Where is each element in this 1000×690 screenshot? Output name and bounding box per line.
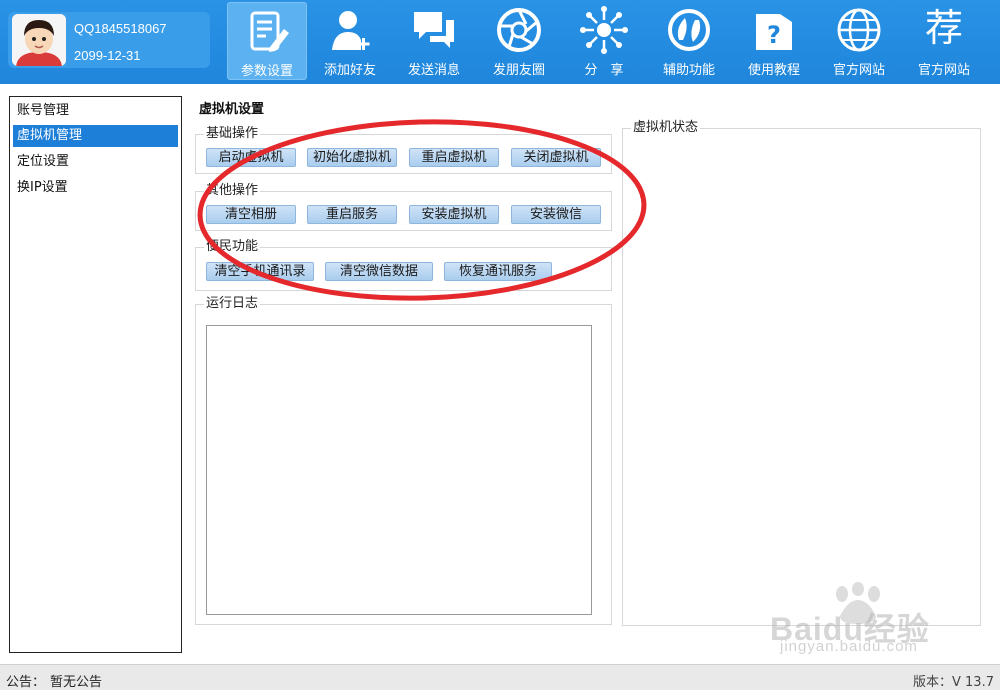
restart-vm-button[interactable]: 重启虚拟机 bbox=[409, 148, 499, 167]
group-legend: 其他操作 bbox=[204, 183, 261, 199]
nav-item-ip[interactable]: 换IP设置 bbox=[13, 177, 178, 199]
group-convenience: 便民功能 清空手机通讯录 清空微信数据 恢复通讯服务 bbox=[195, 239, 612, 291]
nav-item-vm-management[interactable]: 虚拟机管理 bbox=[13, 125, 178, 147]
toolbar-item-label: 添加好友 bbox=[323, 63, 376, 78]
clear-phone-contacts-button[interactable]: 清空手机通讯录 bbox=[206, 262, 314, 281]
nav-item-account[interactable]: 账号管理 bbox=[13, 100, 178, 122]
status-bar: 公告： 暂无公告 版本：V 13.7 bbox=[0, 664, 1000, 690]
avatar-icon bbox=[12, 14, 66, 66]
clear-wechat-data-button[interactable]: 清空微信数据 bbox=[325, 262, 433, 281]
helper-icon bbox=[668, 9, 710, 51]
restart-service-button[interactable]: 重启服务 bbox=[307, 205, 397, 224]
toolbar-recommend-button[interactable]: 荐 官方网站 bbox=[904, 0, 984, 84]
user-qq-id: QQ1845518067 bbox=[74, 21, 167, 36]
group-legend: 便民功能 bbox=[204, 239, 261, 255]
settings-doc-icon bbox=[250, 11, 289, 52]
notice-label: 公告： bbox=[6, 675, 46, 690]
toolbar-item-label: 官方网站 bbox=[917, 63, 970, 78]
toolbar-moments-button[interactable]: 发朋友圈 bbox=[479, 0, 559, 84]
nav-item-location[interactable]: 定位设置 bbox=[13, 151, 178, 173]
install-vm-button[interactable]: 安装虚拟机 bbox=[409, 205, 499, 224]
group-legend: 基础操作 bbox=[204, 126, 261, 142]
toolbar-tutorial-button[interactable]: ? 使用教程 bbox=[734, 0, 814, 84]
group-legend: 虚拟机状态 bbox=[631, 120, 701, 136]
toolbar-share-button[interactable]: 分 享 bbox=[564, 0, 644, 84]
chat-bubbles-icon bbox=[414, 12, 454, 48]
toolbar-add-friend-button[interactable]: 添加好友 bbox=[310, 0, 390, 84]
notice-text: 暂无公告 bbox=[50, 675, 103, 690]
user-expiry-date: 2099-12-31 bbox=[74, 48, 141, 63]
toolbar-item-label: 参数设置 bbox=[240, 64, 293, 79]
toolbar-item-label: 官方网站 bbox=[832, 63, 885, 78]
user-panel: QQ1845518067 2099-12-31 bbox=[8, 12, 210, 68]
group-other-operations: 其他操作 清空相册 重启服务 安装虚拟机 安装微信 bbox=[195, 183, 612, 231]
toolbar-settings-button[interactable]: 参数设置 bbox=[227, 2, 307, 80]
watermark-url: jingyan.baidu.com bbox=[780, 638, 918, 655]
clear-album-button[interactable]: 清空相册 bbox=[206, 205, 296, 224]
toolbar-send-message-button[interactable]: 发送消息 bbox=[394, 0, 474, 84]
add-user-icon bbox=[332, 11, 370, 50]
toolbar-item-label: 发朋友圈 bbox=[492, 63, 545, 78]
share-burst-icon bbox=[580, 6, 628, 54]
avatar[interactable] bbox=[12, 14, 66, 66]
toolbar-item-label: 发送消息 bbox=[407, 63, 460, 78]
recommend-icon: 荐 bbox=[924, 6, 963, 50]
start-vm-button[interactable]: 启动虚拟机 bbox=[206, 148, 296, 167]
group-basic-operations: 基础操作 启动虚拟机 初始化虚拟机 重启虚拟机 关闭虚拟机 bbox=[195, 126, 612, 174]
aperture-icon bbox=[497, 8, 541, 52]
toolbar-assist-button[interactable]: 辅助功能 bbox=[649, 0, 729, 84]
page-title: 虚拟机设置 bbox=[199, 102, 265, 117]
toolbar-item-label: 分 享 bbox=[584, 63, 624, 78]
top-toolbar: QQ1845518067 2099-12-31 参数设置 添加好友 发送消息 发… bbox=[0, 0, 1000, 84]
restore-contacts-service-button[interactable]: 恢复通讯服务 bbox=[444, 262, 552, 281]
help-folder-icon: ? bbox=[756, 14, 792, 50]
toolbar-item-label: 使用教程 bbox=[747, 63, 800, 78]
group-legend: 运行日志 bbox=[204, 296, 261, 312]
install-wechat-button[interactable]: 安装微信 bbox=[511, 205, 601, 224]
group-vm-status: 虚拟机状态 bbox=[622, 120, 981, 626]
globe-icon bbox=[837, 8, 881, 52]
version-label: 版本：V 13.7 bbox=[913, 675, 994, 690]
init-vm-button[interactable]: 初始化虚拟机 bbox=[307, 148, 397, 167]
svg-text:?: ? bbox=[767, 21, 781, 49]
shutdown-vm-button[interactable]: 关闭虚拟机 bbox=[511, 148, 601, 167]
group-run-log: 运行日志 bbox=[195, 296, 612, 625]
run-log-textarea[interactable] bbox=[206, 325, 592, 615]
toolbar-website-button[interactable]: 官方网站 bbox=[819, 0, 899, 84]
left-nav: 账号管理 虚拟机管理 定位设置 换IP设置 bbox=[9, 96, 182, 653]
toolbar-item-label: 辅助功能 bbox=[662, 63, 715, 78]
